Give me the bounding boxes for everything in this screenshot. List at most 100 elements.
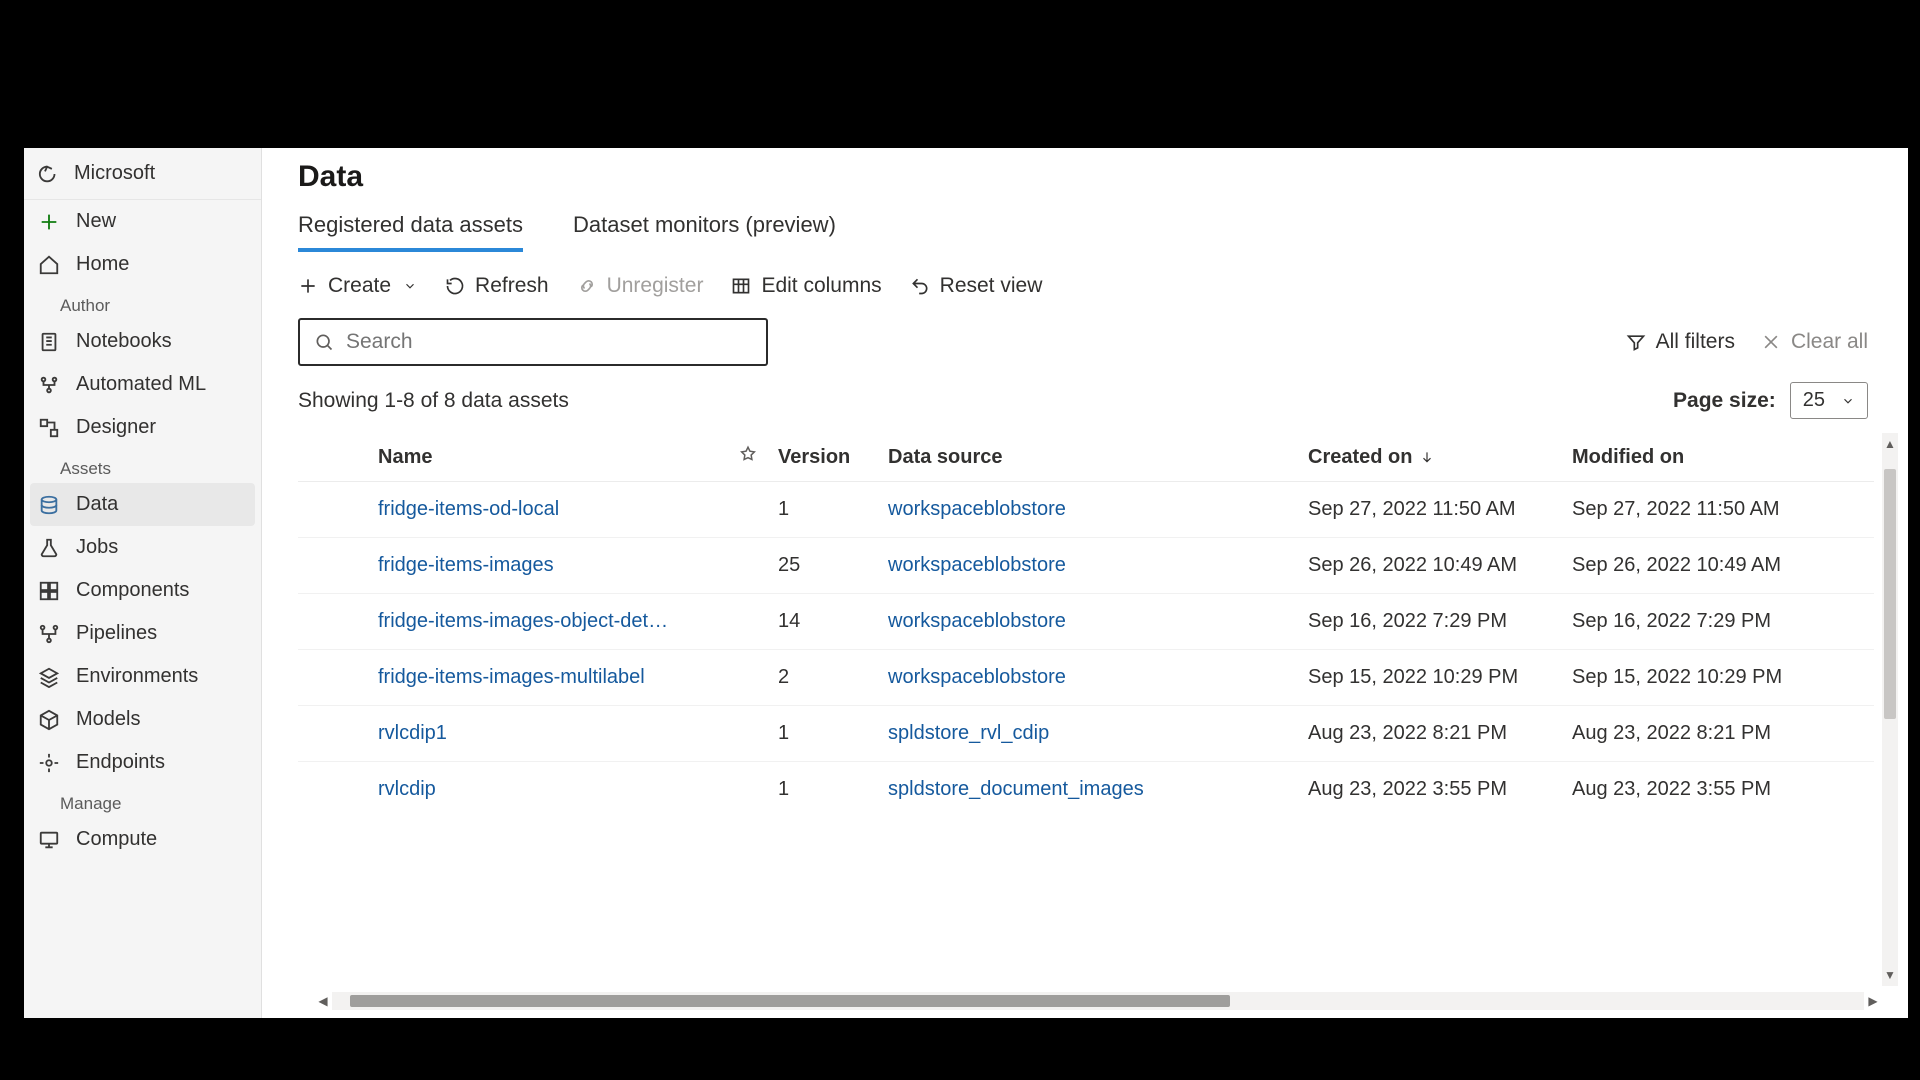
row-modified: Aug 23, 2022 8:21 PM: [1572, 722, 1836, 745]
unregister-button[interactable]: Unregister: [577, 274, 704, 298]
sidebar-group-manage: Manage: [24, 784, 261, 818]
sidebar-back[interactable]: Microsoft: [24, 148, 261, 200]
hscroll-thumb[interactable]: [350, 995, 1230, 1007]
scroll-up-icon[interactable]: ▲: [1882, 435, 1898, 453]
sidebar-item-pipelines[interactable]: Pipelines: [24, 612, 261, 655]
col-source[interactable]: Data source: [888, 446, 1308, 469]
automl-icon: [38, 374, 60, 396]
table-row[interactable]: fridge-items-od-local 1workspaceblobstore…: [298, 482, 1874, 538]
table-row[interactable]: rvlcdip11spldstore_rvl_cdipAug 23, 2022 …: [298, 706, 1874, 762]
close-icon: [1761, 332, 1781, 352]
clear-all-button[interactable]: Clear all: [1761, 330, 1868, 354]
row-name[interactable]: fridge-items-images-object-det…: [378, 610, 718, 633]
row-version: 1: [778, 722, 888, 745]
scroll-right-icon[interactable]: ▶: [1864, 992, 1882, 1010]
row-name[interactable]: rvlcdip: [378, 778, 718, 801]
toolbar: Create Refresh Unregister Edit columns R…: [298, 274, 1908, 298]
row-version: 14: [778, 610, 888, 633]
col-name[interactable]: Name: [378, 446, 718, 469]
data-icon: [38, 494, 60, 516]
sidebar-item-home[interactable]: Home: [24, 243, 261, 286]
sidebar-item-notebooks[interactable]: Notebooks: [24, 320, 261, 363]
all-filters-label: All filters: [1656, 330, 1735, 354]
col-favorite[interactable]: [718, 445, 778, 469]
refresh-button[interactable]: Refresh: [445, 274, 549, 298]
sidebar-item-environments[interactable]: Environments: [24, 655, 261, 698]
edit-columns-button[interactable]: Edit columns: [731, 274, 881, 298]
all-filters-button[interactable]: All filters: [1626, 330, 1735, 354]
flask-icon: [38, 537, 60, 559]
sort-desc-icon: [1420, 450, 1434, 464]
table-row[interactable]: fridge-items-images25workspaceblobstoreS…: [298, 538, 1874, 594]
row-source[interactable]: workspaceblobstore: [888, 610, 1308, 633]
sidebar-item-label: Compute: [76, 828, 157, 851]
sidebar-item-models[interactable]: Models: [24, 698, 261, 741]
row-version: 1: [778, 778, 888, 801]
row-source[interactable]: spldstore_document_images: [888, 778, 1308, 801]
row-name[interactable]: rvlcdip1: [378, 722, 718, 745]
page-size-select[interactable]: 25: [1790, 382, 1868, 419]
row-name[interactable]: fridge-items-images-multilabel: [378, 666, 718, 689]
row-version: 1: [778, 498, 888, 521]
col-created[interactable]: Created on: [1308, 446, 1572, 469]
undo-icon: [910, 276, 930, 296]
page-size-value: 25: [1803, 389, 1825, 412]
table-row[interactable]: fridge-items-images-object-det… 14workspa…: [298, 594, 1874, 650]
sidebar-item-data[interactable]: Data: [30, 483, 255, 526]
sidebar-item-label: Models: [76, 708, 140, 731]
chevron-down-icon: [1841, 394, 1855, 408]
page-size-label: Page size:: [1673, 389, 1776, 413]
row-source[interactable]: workspaceblobstore: [888, 498, 1308, 521]
search-input-wrap[interactable]: [298, 318, 768, 366]
sidebar-item-label: Home: [76, 253, 129, 276]
page-title: Data: [298, 160, 1908, 194]
row-source[interactable]: workspaceblobstore: [888, 554, 1308, 577]
table-row[interactable]: fridge-items-images-multilabel 2workspace…: [298, 650, 1874, 706]
sidebar-item-label: Automated ML: [76, 373, 206, 396]
row-created: Sep 15, 2022 10:29 PM: [1308, 666, 1572, 689]
col-modified[interactable]: Modified on: [1572, 446, 1836, 469]
back-arrow-icon: [38, 163, 60, 185]
create-label: Create: [328, 274, 391, 298]
sidebar-item-automl[interactable]: Automated ML: [24, 363, 261, 406]
horizontal-scrollbar[interactable]: ◀ ▶: [332, 992, 1864, 1010]
row-modified: Sep 27, 2022 11:50 AM: [1572, 498, 1836, 521]
sidebar-item-jobs[interactable]: Jobs: [24, 526, 261, 569]
tab-dataset-monitors[interactable]: Dataset monitors (preview): [573, 212, 836, 252]
row-source[interactable]: workspaceblobstore: [888, 666, 1308, 689]
sidebar-item-label: Pipelines: [76, 622, 157, 645]
sidebar-item-label: Designer: [76, 416, 156, 439]
pipeline-icon: [38, 623, 60, 645]
row-modified: Aug 23, 2022 3:55 PM: [1572, 778, 1836, 801]
sidebar-back-label: Microsoft: [74, 162, 155, 185]
sidebar-item-compute[interactable]: Compute: [24, 818, 261, 861]
sidebar-item-label: Notebooks: [76, 330, 172, 353]
row-version: 2: [778, 666, 888, 689]
row-name[interactable]: fridge-items-images: [378, 554, 718, 577]
create-button[interactable]: Create: [298, 274, 417, 298]
sidebar-item-label: Data: [76, 493, 118, 516]
tab-registered-assets[interactable]: Registered data assets: [298, 212, 523, 252]
row-created: Aug 23, 2022 8:21 PM: [1308, 722, 1572, 745]
vertical-scrollbar[interactable]: ▲ ▼: [1882, 433, 1898, 986]
sidebar-item-label: Endpoints: [76, 751, 165, 774]
col-version[interactable]: Version: [778, 446, 888, 469]
row-name[interactable]: fridge-items-od-local: [378, 498, 718, 521]
filter-icon: [1626, 332, 1646, 352]
sidebar-item-designer[interactable]: Designer: [24, 406, 261, 449]
sidebar-item-label: New: [76, 210, 116, 233]
row-source[interactable]: spldstore_rvl_cdip: [888, 722, 1308, 745]
filter-bar: All filters Clear all: [298, 318, 1908, 366]
table-row[interactable]: rvlcdip 1spldstore_document_images Aug 23,…: [298, 762, 1874, 810]
clear-all-label: Clear all: [1791, 330, 1868, 354]
scroll-thumb[interactable]: [1884, 469, 1896, 719]
sidebar-item-label: Jobs: [76, 536, 118, 559]
sidebar-item-endpoints[interactable]: Endpoints: [24, 741, 261, 784]
search-input[interactable]: [346, 330, 752, 354]
sidebar-item-components[interactable]: Components: [24, 569, 261, 612]
unlink-icon: [577, 276, 597, 296]
sidebar-item-new[interactable]: New: [24, 200, 261, 243]
reset-view-button[interactable]: Reset view: [910, 274, 1043, 298]
scroll-left-icon[interactable]: ◀: [314, 992, 332, 1010]
scroll-down-icon[interactable]: ▼: [1882, 966, 1898, 984]
